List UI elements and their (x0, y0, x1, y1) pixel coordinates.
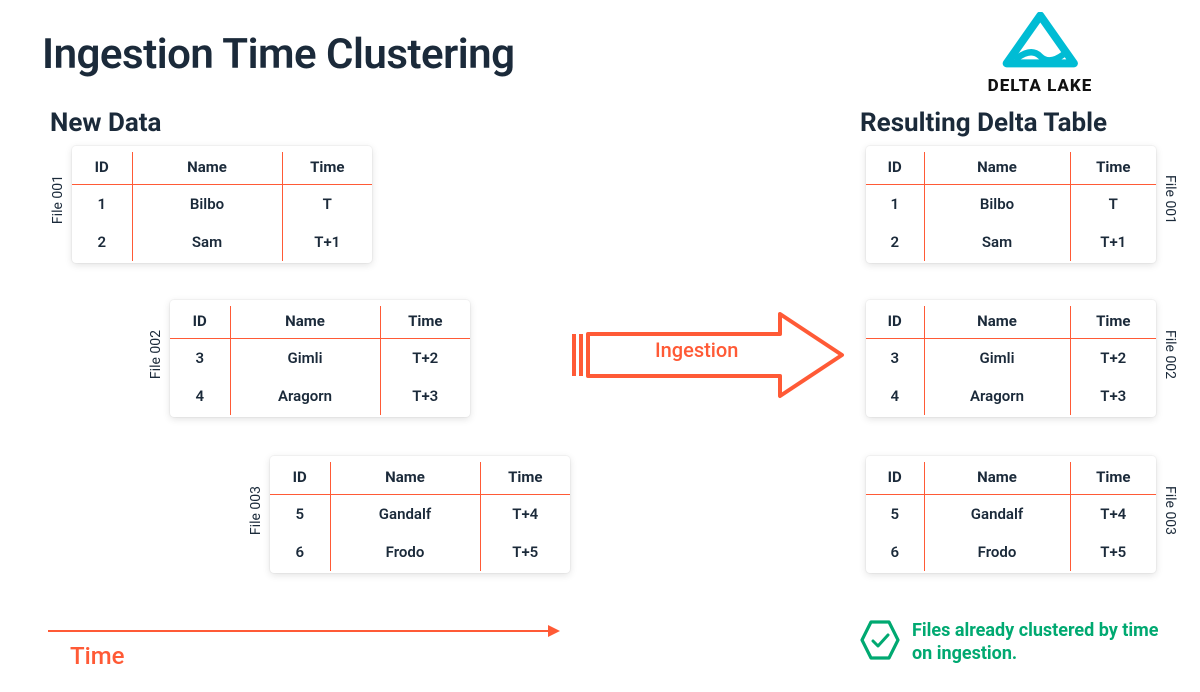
col-id: ID (72, 152, 132, 185)
cell: Bilbo (132, 185, 282, 224)
cell: T+4 (480, 495, 570, 534)
col-time: Time (380, 306, 470, 339)
col-time: Time (282, 152, 372, 185)
col-name: Name (330, 462, 480, 495)
cell: Sam (132, 223, 282, 261)
col-name: Name (132, 152, 282, 185)
cell: T+3 (380, 377, 470, 415)
cell: T (1070, 185, 1156, 224)
table-row: 5 Gandalf T+4 (270, 495, 570, 534)
cell: 5 (866, 495, 924, 534)
cell: T (282, 185, 372, 224)
cell: Sam (924, 223, 1070, 261)
cell: Gimli (230, 339, 380, 378)
table-row: 3 Gimli T+2 (170, 339, 470, 378)
cell: Gandalf (924, 495, 1070, 534)
cell: 6 (270, 533, 330, 571)
table: ID Name Time 3 Gimli T+2 4 Aragorn T+3 (170, 306, 470, 415)
cell: 3 (866, 339, 924, 378)
cell: T+1 (1070, 223, 1156, 261)
table-row: 4 Aragorn T+3 (866, 377, 1156, 415)
deltalake-icon (996, 12, 1085, 74)
cell: T+2 (380, 339, 470, 378)
cell: Gimli (924, 339, 1070, 378)
col-time: Time (1070, 462, 1156, 495)
cell: 1 (866, 185, 924, 224)
page-title: Ingestion Time Clustering (42, 30, 515, 79)
callout-text: Files already clustered by time on inges… (912, 620, 1172, 665)
cell: Gandalf (330, 495, 480, 534)
col-id: ID (170, 306, 230, 339)
section-newdata-heading: New Data (50, 108, 161, 138)
file-tag-003-left: File 003 (248, 486, 264, 535)
table-row: 2 Sam T+1 (72, 223, 372, 261)
file-tag-001-left: File 001 (50, 175, 66, 224)
col-time: Time (1070, 152, 1156, 185)
col-id: ID (866, 462, 924, 495)
col-id: ID (866, 152, 924, 185)
table: ID Name Time 1 Bilbo T 2 Sam T+1 (866, 152, 1156, 261)
table-row: 5 Gandalf T+4 (866, 495, 1156, 534)
col-name: Name (924, 462, 1070, 495)
table: ID Name Time 5 Gandalf T+4 6 Frodo T+5 (866, 462, 1156, 571)
table: ID Name Time 3 Gimli T+2 4 Aragorn T+3 (866, 306, 1156, 415)
col-name: Name (230, 306, 380, 339)
time-axis-arrow-icon (48, 630, 558, 632)
cell: 5 (270, 495, 330, 534)
table-file-001: ID Name Time 1 Bilbo T 2 Sam T+1 (72, 146, 372, 263)
file-tag-001-right: File 001 (1162, 175, 1178, 224)
cell: T+5 (1070, 533, 1156, 571)
cell: T+5 (480, 533, 570, 571)
file-tag-003-right: File 003 (1162, 486, 1178, 535)
table-row: 3 Gimli T+2 (866, 339, 1156, 378)
col-name: Name (924, 152, 1070, 185)
table-row: 6 Frodo T+5 (270, 533, 570, 571)
table-row: 1 Bilbo T (72, 185, 372, 224)
cell: 3 (170, 339, 230, 378)
col-time: Time (480, 462, 570, 495)
cell: 2 (866, 223, 924, 261)
table: ID Name Time 1 Bilbo T 2 Sam T+1 (72, 152, 372, 261)
cell: 6 (866, 533, 924, 571)
brand-logo: DELTA LAKE (940, 12, 1140, 96)
cell: 1 (72, 185, 132, 224)
file-tag-002-left: File 002 (148, 330, 164, 379)
cell: T+2 (1070, 339, 1156, 378)
table-file-003: ID Name Time 5 Gandalf T+4 6 Frodo T+5 (270, 456, 570, 573)
table: ID Name Time 5 Gandalf T+4 6 Frodo T+5 (270, 462, 570, 571)
file-tag-002-right: File 002 (1162, 330, 1178, 379)
table-file-002: ID Name Time 3 Gimli T+2 4 Aragorn T+3 (170, 300, 470, 417)
ingestion-label: Ingestion (655, 338, 738, 362)
table-row: 1 Bilbo T (866, 185, 1156, 224)
cell: 4 (866, 377, 924, 415)
time-axis-label: Time (70, 642, 125, 670)
brand-text: DELTA LAKE (940, 76, 1140, 96)
table-row: 4 Aragorn T+3 (170, 377, 470, 415)
result-table-file-001: ID Name Time 1 Bilbo T 2 Sam T+1 (866, 146, 1156, 263)
table-row: 6 Frodo T+5 (866, 533, 1156, 571)
cell: T+4 (1070, 495, 1156, 534)
cell: T+3 (1070, 377, 1156, 415)
success-hex-icon (860, 620, 900, 660)
col-name: Name (924, 306, 1070, 339)
cell: Frodo (924, 533, 1070, 571)
cell: Aragorn (230, 377, 380, 415)
cell: Bilbo (924, 185, 1070, 224)
col-id: ID (270, 462, 330, 495)
table-row: 2 Sam T+1 (866, 223, 1156, 261)
result-table-file-003: ID Name Time 5 Gandalf T+4 6 Frodo T+5 (866, 456, 1156, 573)
result-table-file-002: ID Name Time 3 Gimli T+2 4 Aragorn T+3 (866, 300, 1156, 417)
cell: 2 (72, 223, 132, 261)
cell: 4 (170, 377, 230, 415)
cell: T+1 (282, 223, 372, 261)
col-time: Time (1070, 306, 1156, 339)
cell: Aragorn (924, 377, 1070, 415)
cell: Frodo (330, 533, 480, 571)
col-id: ID (866, 306, 924, 339)
section-result-heading: Resulting Delta Table (860, 108, 1107, 138)
